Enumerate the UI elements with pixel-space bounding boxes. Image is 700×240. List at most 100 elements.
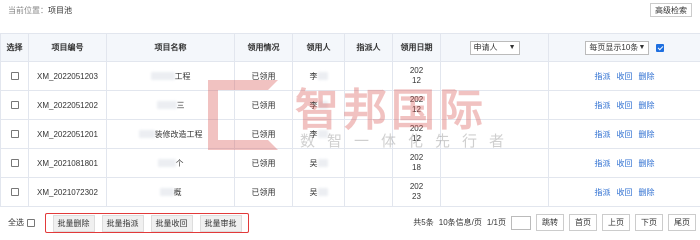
table-row[interactable]: XM_2022051202 三 已领用 李 202 12 指派 收回 删除: [0, 90, 700, 120]
assignee-cell: [344, 119, 393, 149]
batch-delete-button[interactable]: 批量删除: [52, 214, 95, 232]
col-claimant: 领用人: [292, 33, 345, 62]
top-bar: 当前位置：项目池 高级检索: [0, 0, 700, 20]
applicant-select[interactable]: 申请人 ▼: [469, 40, 520, 55]
assign-link[interactable]: 指派: [595, 188, 611, 197]
first-page-button[interactable]: 首页: [569, 214, 597, 231]
claim-status: 已领用: [234, 177, 293, 207]
delete-link[interactable]: 删除: [639, 159, 655, 168]
table-row[interactable]: XM_2022051203 工程 已领用 李 202 12 指派 收回 删除: [0, 61, 700, 91]
claim-date-line1: 202: [409, 124, 424, 133]
row-checkbox[interactable]: [10, 188, 19, 197]
assignee-cell: [344, 61, 393, 91]
delete-link[interactable]: 删除: [639, 72, 655, 81]
row-actions: 指派 收回 删除: [548, 119, 700, 149]
claim-date-line1: 202: [409, 95, 424, 104]
claimant: 李: [309, 71, 318, 81]
claim-date-cell: 202 23: [392, 177, 441, 207]
table-row[interactable]: XM_2022051201 装修改造工程 已领用 李 202 12 指派 收回 删除: [0, 119, 700, 149]
row-actions: 指派 收回 删除: [548, 177, 700, 207]
page-size-select[interactable]: 每页显示10条 ▼: [585, 40, 650, 55]
row-actions: 指派 收回 删除: [548, 61, 700, 91]
claim-date-line2: 23: [412, 192, 421, 201]
page-info: 1/1页: [486, 218, 506, 227]
claim-date-cell: 202 12: [392, 90, 441, 120]
delete-link[interactable]: 删除: [639, 130, 655, 139]
row-select-cell: [0, 148, 29, 178]
project-name: 工程: [174, 71, 191, 81]
assign-link[interactable]: 指派: [595, 159, 611, 168]
batch-actions-group: 批量删除 批量指派 批量收回 批量审批: [45, 213, 249, 233]
row-checkbox[interactable]: [10, 130, 19, 139]
project-name: 概: [173, 187, 182, 197]
project-name: 装修改造工程: [154, 129, 203, 139]
claim-status: 已领用: [234, 148, 293, 178]
row-select-cell: [0, 90, 29, 120]
next-page-button[interactable]: 下页: [635, 214, 663, 231]
assign-link[interactable]: 指派: [595, 101, 611, 110]
claim-date-line2: 12: [412, 134, 421, 143]
pagination: 共5条 10条信息/页 1/1页 跳转 首页 上页 下页 尾页: [413, 214, 696, 231]
row-checkbox[interactable]: [10, 72, 19, 81]
claim-date-cell: 202 12: [392, 61, 441, 91]
breadcrumb-prefix: 当前位置：: [8, 5, 48, 15]
delete-link[interactable]: 删除: [639, 101, 655, 110]
advanced-search-button[interactable]: 高级检索: [650, 3, 692, 17]
claim-date-line2: 18: [412, 163, 421, 172]
recall-link[interactable]: 收回: [617, 72, 633, 81]
select-all[interactable]: 全选: [8, 217, 35, 228]
chevron-down-icon: ▼: [638, 44, 646, 51]
prev-page-button[interactable]: 上页: [602, 214, 630, 231]
last-page-button[interactable]: 尾页: [668, 214, 696, 231]
applicant-cell: [440, 148, 549, 178]
applicant-cell: [440, 119, 549, 149]
page-jump-input[interactable]: [511, 215, 531, 230]
select-all-checkbox[interactable]: [27, 218, 35, 227]
recall-link[interactable]: 收回: [617, 188, 633, 197]
jump-button[interactable]: 跳转: [536, 214, 564, 231]
col-applicant-filter: 申请人 ▼: [440, 33, 549, 62]
footer-bar: 全选 批量删除 批量指派 批量收回 批量审批 共5条 10条信息/页 1/1页 …: [0, 210, 700, 234]
project-name-cell: 概: [106, 177, 235, 207]
header-checkbox[interactable]: [655, 43, 664, 52]
claim-status: 已领用: [234, 119, 293, 149]
recall-link[interactable]: 收回: [617, 130, 633, 139]
project-name-cell: 个: [106, 148, 235, 178]
project-code: XM_2022051201: [28, 119, 107, 149]
project-code: XM_2021072302: [28, 177, 107, 207]
row-checkbox[interactable]: [10, 159, 19, 168]
batch-assign-button[interactable]: 批量指派: [101, 214, 144, 232]
table-header-row: 选择 项目编号 项目名称 领用情况 领用人 指派人 领用日期 申请人 ▼ 每页显示…: [0, 33, 700, 62]
project-name: 个: [175, 158, 184, 168]
select-all-label: 全选: [8, 218, 24, 227]
row-select-cell: [0, 177, 29, 207]
project-name-cell: 装修改造工程: [106, 119, 235, 149]
project-code: XM_2022051203: [28, 61, 107, 91]
row-actions: 指派 收回 删除: [548, 148, 700, 178]
claim-date-line2: 12: [412, 105, 421, 114]
claim-status: 已领用: [234, 61, 293, 91]
row-select-cell: [0, 119, 29, 149]
col-project-code: 项目编号: [28, 33, 107, 62]
applicant-cell: [440, 90, 549, 120]
recall-link[interactable]: 收回: [617, 159, 633, 168]
delete-link[interactable]: 删除: [639, 188, 655, 197]
per-page-info: 10条信息/页: [438, 218, 482, 227]
table-row[interactable]: XM_2021081801 个 已领用 吴 202 18 指派 收回 删除: [0, 148, 700, 178]
assign-link[interactable]: 指派: [595, 72, 611, 81]
record-count: 共5条: [413, 218, 434, 227]
table-row[interactable]: XM_2021072302 概 已领用 吴 202 23 指派 收回 删除: [0, 177, 700, 207]
batch-approve-button[interactable]: 批量审批: [199, 214, 242, 232]
col-assignee: 指派人: [344, 33, 393, 62]
breadcrumb-current: 项目池: [48, 5, 72, 15]
claim-date-cell: 202 18: [392, 148, 441, 178]
recall-link[interactable]: 收回: [617, 101, 633, 110]
chevron-down-icon: ▼: [508, 44, 516, 51]
batch-recall-button[interactable]: 批量收回: [150, 214, 193, 232]
applicant-select-value: 申请人: [473, 43, 498, 52]
row-select-cell: [0, 61, 29, 91]
row-checkbox[interactable]: [10, 101, 19, 110]
assign-link[interactable]: 指派: [595, 130, 611, 139]
claimant-cell: 李: [292, 61, 345, 91]
claim-date-line1: 202: [409, 182, 424, 191]
